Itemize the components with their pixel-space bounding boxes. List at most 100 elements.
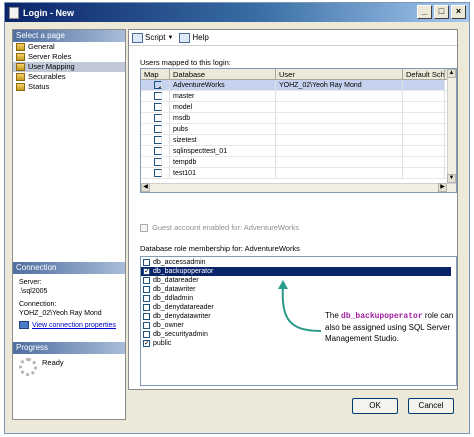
user-cell[interactable] — [276, 157, 403, 167]
map-checkbox[interactable] — [154, 169, 162, 177]
map-cell — [141, 102, 170, 112]
sidebar-item-securables[interactable]: Securables — [13, 72, 125, 82]
column-header-map[interactable]: Map — [141, 69, 170, 79]
map-checkbox[interactable] — [154, 158, 162, 166]
map-checkbox[interactable] — [154, 114, 162, 122]
connection-info: Server: .\sql2005 Connection: YOHZ_02\Ye… — [13, 274, 125, 334]
role-checkbox[interactable]: ✓ — [143, 268, 150, 275]
table-row[interactable]: pubs — [141, 124, 456, 135]
scroll-left-icon[interactable]: ◀ — [141, 183, 150, 192]
grid-body: ✓ AdventureWorksYOHZ_02\Yeoh Ray Mondmast… — [141, 80, 456, 179]
role-label: db_accessadmin — [153, 259, 206, 266]
minimize-button[interactable]: _ — [417, 5, 432, 19]
user-cell[interactable] — [276, 124, 403, 134]
grid-header: Map Database User Default Sche — [141, 69, 456, 80]
user-cell[interactable] — [276, 135, 403, 145]
role-checkbox[interactable] — [143, 304, 150, 311]
progress-box: Ready — [13, 354, 125, 380]
default-schema-cell[interactable] — [403, 146, 445, 156]
role-checkbox[interactable] — [143, 313, 150, 320]
column-header-database[interactable]: Database — [170, 69, 276, 79]
close-button[interactable]: × — [451, 5, 466, 19]
default-schema-cell[interactable] — [403, 91, 445, 101]
database-cell: sizetest — [170, 135, 276, 145]
ok-button[interactable]: OK — [352, 398, 398, 414]
role-label: db_denydatawriter — [153, 313, 211, 320]
sidebar-item-status[interactable]: Status — [13, 82, 125, 92]
connection-label: Connection: — [19, 301, 57, 308]
column-header-default-schema[interactable]: Default Sche — [403, 69, 445, 79]
table-row[interactable]: ✓ AdventureWorksYOHZ_02\Yeoh Ray Mond — [141, 80, 456, 91]
user-cell[interactable] — [276, 91, 403, 101]
user-cell[interactable] — [276, 168, 403, 178]
role-label: db_datawriter — [153, 286, 196, 293]
select-page-header: Select a page — [13, 30, 125, 42]
help-label: Help — [192, 33, 209, 42]
horizontal-scrollbar[interactable]: ◀ ▶ — [141, 183, 456, 192]
view-connection-properties-link[interactable]: View connection properties — [19, 321, 119, 330]
default-schema-cell[interactable] — [403, 113, 445, 123]
role-checkbox[interactable] — [143, 295, 150, 302]
role-item-db-accessadmin[interactable]: db_accessadmin — [141, 258, 456, 267]
map-checkbox[interactable] — [154, 136, 162, 144]
role-label: db_denydatareader — [153, 304, 214, 311]
role-checkbox[interactable] — [143, 286, 150, 293]
sidebar-item-server-roles[interactable]: Server Roles — [13, 52, 125, 62]
map-checkbox[interactable] — [154, 92, 162, 100]
user-cell[interactable] — [276, 146, 403, 156]
server-label: Server: — [19, 279, 42, 286]
role-label: db_datareader — [153, 277, 199, 284]
default-schema-cell[interactable] — [403, 135, 445, 145]
map-cell — [141, 124, 170, 134]
map-checkbox[interactable]: ✓ — [154, 81, 162, 89]
default-schema-cell[interactable] — [403, 157, 445, 167]
table-row[interactable]: master — [141, 91, 456, 102]
connection-value: YOHZ_02\Yeoh Ray Mond — [19, 310, 102, 317]
map-cell: ✓ — [141, 80, 170, 90]
vertical-scrollbar[interactable]: ▲ ▼ — [447, 69, 456, 192]
scroll-right-icon[interactable]: ▶ — [438, 183, 447, 192]
role-item-db-backupoperator[interactable]: ✓ db_backupoperator — [141, 267, 451, 276]
role-checkbox[interactable] — [143, 277, 150, 284]
role-label: db_securityadmin — [153, 331, 208, 338]
default-schema-cell[interactable] — [403, 124, 445, 134]
page-icon — [16, 43, 25, 51]
maximize-button[interactable]: □ — [434, 5, 449, 19]
sidebar-item-general[interactable]: General — [13, 42, 125, 52]
default-schema-cell[interactable] — [403, 102, 445, 112]
role-checkbox[interactable] — [143, 259, 150, 266]
sidebar-item-label: Status — [28, 82, 50, 91]
user-cell[interactable] — [276, 102, 403, 112]
table-row[interactable]: msdb — [141, 113, 456, 124]
callout-arrow-icon — [278, 280, 322, 332]
table-row[interactable]: sqlinspecttest_01 — [141, 146, 456, 157]
table-row[interactable]: sizetest — [141, 135, 456, 146]
script-label: Script — [145, 33, 166, 42]
role-membership-list[interactable]: db_accessadmin ✓ db_backupoperator db_datar… — [140, 256, 457, 386]
role-checkbox[interactable] — [143, 331, 150, 338]
role-checkbox[interactable]: ✓ — [143, 340, 150, 347]
default-schema-cell[interactable] — [403, 80, 445, 90]
table-row[interactable]: model — [141, 102, 456, 113]
cancel-button[interactable]: Cancel — [408, 398, 454, 414]
scroll-down-icon[interactable]: ▼ — [447, 174, 456, 183]
user-mapping-grid[interactable]: Map Database User Default Sche ✓ Adventur… — [140, 68, 457, 193]
sidebar-item-user-mapping[interactable]: User Mapping — [13, 62, 125, 72]
map-checkbox[interactable] — [154, 125, 162, 133]
help-button[interactable]: Help — [179, 32, 209, 43]
script-button[interactable]: Script ▼ — [132, 32, 173, 43]
user-cell[interactable] — [276, 113, 403, 123]
table-row[interactable]: test101 — [141, 168, 456, 179]
default-schema-cell[interactable] — [403, 168, 445, 178]
map-checkbox[interactable] — [154, 147, 162, 155]
map-cell — [141, 146, 170, 156]
map-checkbox[interactable] — [154, 103, 162, 111]
connection-header: Connection — [13, 262, 125, 274]
map-cell — [141, 113, 170, 123]
user-cell[interactable]: YOHZ_02\Yeoh Ray Mond — [276, 80, 403, 90]
table-row[interactable]: tempdb — [141, 157, 456, 168]
scroll-up-icon[interactable]: ▲ — [447, 69, 456, 78]
role-checkbox[interactable] — [143, 322, 150, 329]
page-list: General Server Roles User Mapping Securable… — [13, 42, 125, 92]
column-header-user[interactable]: User — [276, 69, 403, 79]
